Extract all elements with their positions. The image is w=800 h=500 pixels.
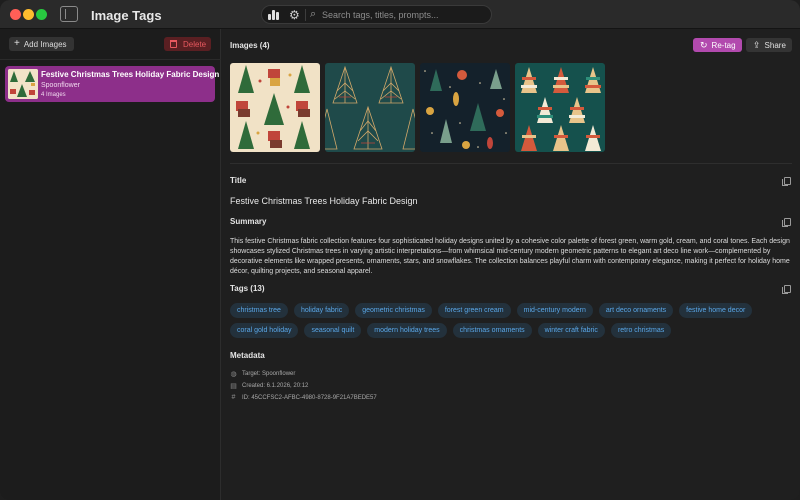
metadata-header: Metadata [230,351,265,360]
search-input[interactable] [322,7,487,22]
plus-icon: + [14,38,20,49]
minimize-window-button[interactable] [23,9,34,20]
sidebar-divider [0,59,221,60]
tag-list: christmas tree holiday fabric geometric … [230,303,792,338]
item-thumbnail [8,69,38,99]
sidebar-toggle-icon[interactable] [60,6,78,22]
summary-header: Summary [230,217,267,226]
metadata-created-text: Created: 6.1.2026, 20:12 [242,383,309,389]
tag-chip[interactable]: christmas tree [230,303,288,318]
section-divider [230,163,792,164]
hash-icon: # [231,394,236,401]
tag-chip[interactable]: geometric christmas [355,303,432,318]
image-thumbnail[interactable] [515,63,605,152]
share-button[interactable]: ⇪ Share [746,38,792,52]
item-count: 4 Images [41,92,66,98]
copy-icon[interactable] [782,177,791,186]
toolbar-divider [305,9,306,21]
image-thumbnail[interactable] [230,63,320,152]
tag-chip[interactable]: coral gold holiday [230,323,299,338]
copy-icon[interactable] [782,218,791,227]
calendar-icon: ▤ [230,383,237,390]
tag-chip[interactable]: festive home decor [679,303,753,318]
tag-chip[interactable]: retro christmas [610,323,672,338]
tag-chip[interactable]: mid-century modern [516,303,593,318]
image-thumbnail[interactable] [325,63,415,152]
tag-chip[interactable]: winter craft fabric [537,323,605,338]
tags-header: Tags (13) [230,284,265,293]
bar-chart-icon[interactable] [268,10,280,20]
add-images-button[interactable]: + Add Images [9,37,74,51]
share-icon: ⇪ [753,39,761,50]
retag-label: Re-tag [711,40,736,50]
title-value: Festive Christmas Trees Holiday Fabric D… [230,196,418,206]
refresh-icon: ↻ [700,39,708,50]
image-gallery [230,63,605,152]
tag-chip[interactable]: holiday fabric [293,303,350,318]
delete-label: Delete [183,39,207,49]
tag-chip[interactable]: seasonal quilt [304,323,362,338]
tag-chip[interactable]: christmas ornaments [452,323,532,338]
app-window: Image Tags ⚙ ⌕ + Add Images Delete [0,0,800,500]
app-title: Image Tags [91,8,162,23]
image-thumbnail[interactable] [420,63,510,152]
share-label: Share [764,40,786,50]
metadata-target: ◍ Target: Spoonflower [230,370,295,378]
detail-panel: Images (4) ↻ Re-tag ⇪ Share Title Festiv… [222,29,800,500]
title-header: Title [230,176,247,185]
list-item[interactable]: Festive Christmas Trees Holiday Fabric D… [5,66,219,102]
delete-button[interactable]: Delete [164,37,211,51]
item-title: Festive Christmas Trees Holiday Fabric D… [41,70,220,79]
item-source: Spoonflower [41,82,80,89]
toolbar-search-group: ⚙ ⌕ [261,5,492,24]
metadata-created: ▤ Created: 6.1.2026, 20:12 [230,382,308,390]
sidebar: + Add Images Delete Festive Christmas Tr [0,29,221,500]
summary-text: This festive Christmas fabric collection… [230,238,790,275]
search-icon: ⌕ [310,8,317,20]
retag-button[interactable]: ↻ Re-tag [693,38,742,52]
metadata-target-text: Target: Spoonflower [242,371,296,377]
gear-icon[interactable]: ⚙ [289,9,300,21]
metadata-id-text: ID: 45CCFSC2-AFBC-4980-8728-9F21A7BEDE57 [242,394,377,401]
images-header: Images (4) [230,41,270,50]
trash-icon [170,40,177,48]
tag-chip[interactable]: art deco ornaments [598,303,674,318]
tag-chip[interactable]: modern holiday trees [367,323,447,338]
title-bar: Image Tags ⚙ ⌕ [0,0,800,29]
add-images-label: Add Images [23,39,67,49]
tag-chip[interactable]: forest green cream [437,303,511,318]
copy-icon[interactable] [782,285,791,294]
maximize-window-button[interactable] [36,9,47,20]
globe-icon: ◍ [230,371,237,378]
close-window-button[interactable] [10,9,21,20]
metadata-id: # ID: 45CCFSC2-AFBC-4980-8728-9F21A7BEDE… [230,394,377,401]
